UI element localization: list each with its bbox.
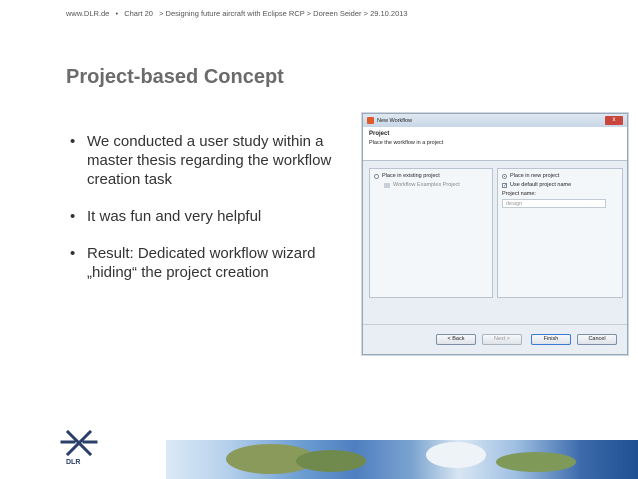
project-tree-label: Workflow Examples Project (393, 182, 460, 188)
existing-project-option[interactable]: Place in existing project (374, 173, 488, 179)
dialog-body: Place in existing project Workflow Examp… (369, 168, 623, 298)
dialog-title: New Workflow (377, 117, 413, 124)
bullet-item: • It was fun and very helpful (66, 207, 356, 226)
header-path: > Designing future aircraft with Eclipse… (159, 9, 408, 18)
header-breadcrumb: www.DLR.de • Chart 20 > Designing future… (66, 9, 412, 18)
earth-banner-image (166, 440, 638, 479)
default-name-checkbox[interactable]: ✓ Use default project name (502, 182, 618, 188)
close-icon[interactable]: x (605, 116, 623, 125)
cancel-button[interactable]: Cancel (577, 334, 617, 345)
existing-project-panel: Place in existing project Workflow Examp… (369, 168, 493, 298)
banner-title: Project (369, 131, 390, 137)
dialog-button-bar: < Back Next > Finish Cancel (363, 324, 627, 354)
next-button[interactable]: Next > (482, 334, 522, 345)
project-name-label: Project name: (502, 191, 536, 197)
back-button[interactable]: < Back (436, 334, 476, 345)
dialog-titlebar: New Workflow x (363, 114, 627, 127)
radio-icon (374, 173, 379, 179)
dialog-banner: Project Place the workflow in a project (363, 127, 627, 161)
banner-description: Place the workflow in a project (369, 140, 444, 146)
checkmark-icon: ✓ (502, 182, 508, 189)
new-workflow-dialog: New Workflow x Project Place the workflo… (362, 113, 628, 355)
new-project-panel: Place in new project ✓ Use default proje… (497, 168, 623, 298)
bullet-text: It was fun and very helpful (87, 208, 262, 225)
header-chart: Chart 20 (124, 9, 153, 18)
header-site: www.DLR.de (66, 9, 110, 18)
finish-button[interactable]: Finish (531, 334, 571, 345)
bullet-text: Result: Dedicated workflow wizard „hidin… (87, 245, 316, 281)
dlr-logo-text: DLR (66, 459, 81, 466)
new-project-option[interactable]: Place in new project (502, 173, 618, 179)
slide-title: Project-based Concept (66, 66, 284, 88)
bullet-dot: • (70, 208, 76, 225)
bullet-dot: • (70, 245, 76, 262)
bullet-list: • We conducted a user study within a mas… (66, 132, 356, 300)
project-tree-item[interactable]: Workflow Examples Project (384, 182, 488, 188)
project-folder-icon (384, 182, 390, 188)
bullet-dot: • (70, 133, 76, 150)
default-name-label: Use default project name (510, 182, 572, 188)
existing-project-label: Place in existing project (382, 173, 440, 179)
app-icon (367, 117, 374, 124)
bullet-item: • Result: Dedicated workflow wizard „hid… (66, 244, 356, 282)
bullet-text: We conducted a user study within a maste… (87, 133, 332, 188)
bullet-item: • We conducted a user study within a mas… (66, 132, 356, 189)
new-project-label: Place in new project (510, 173, 560, 179)
radio-selected-icon (502, 173, 507, 179)
project-name-field[interactable]: design (502, 199, 606, 208)
header-separator: • (115, 9, 119, 18)
